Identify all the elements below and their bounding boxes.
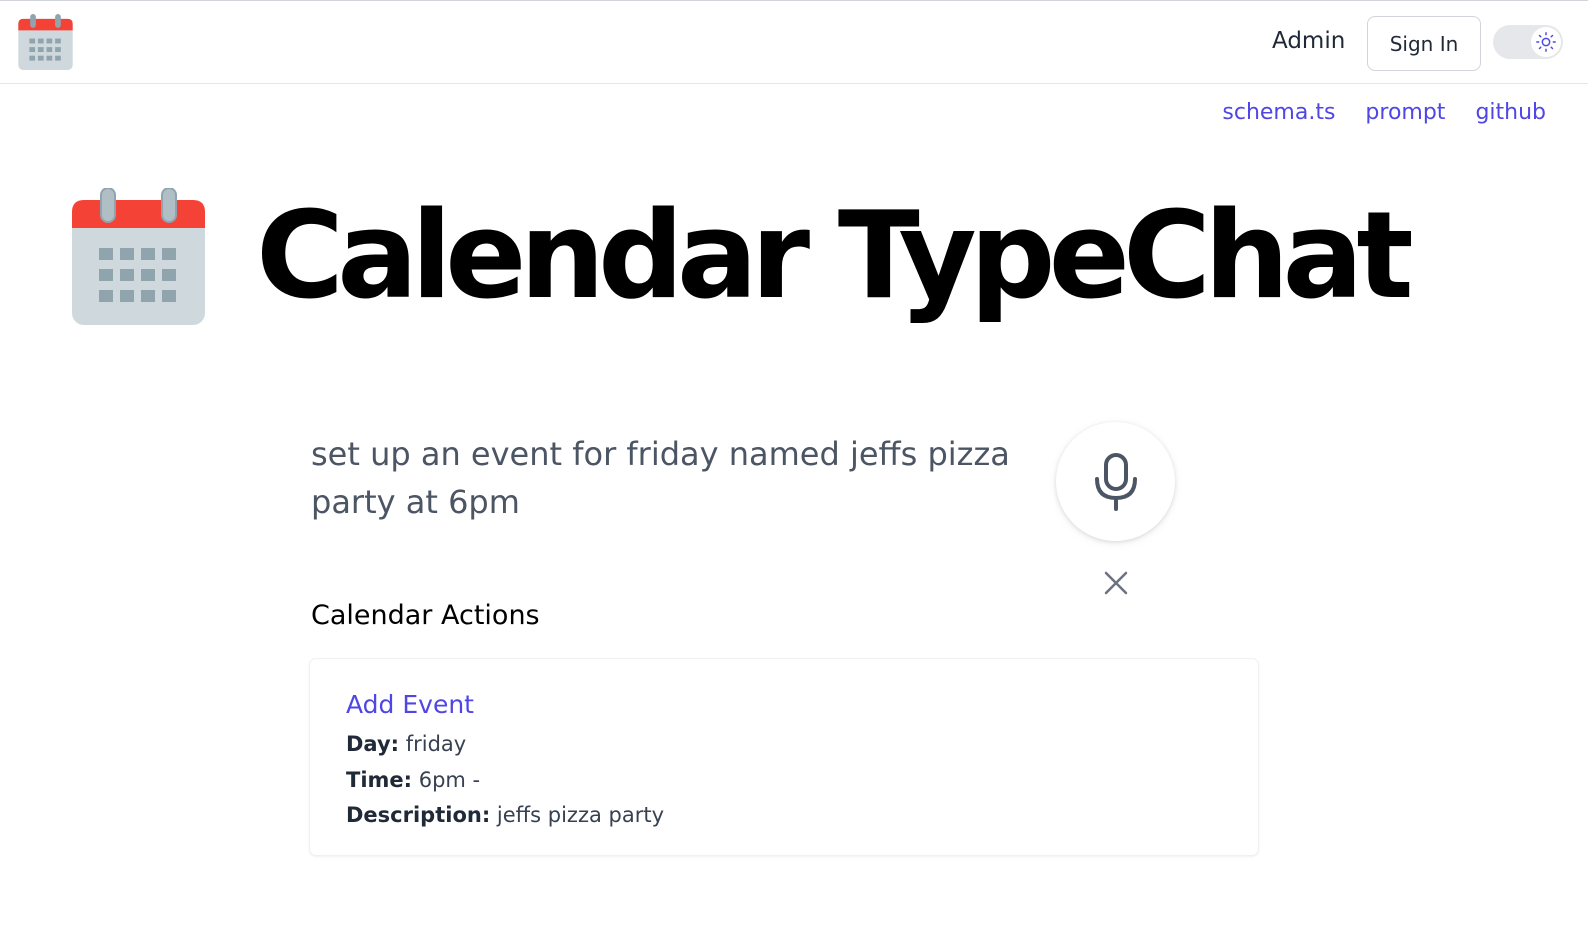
description-field: Description: jeffs pizza party <box>346 800 664 830</box>
section-heading: Calendar Actions <box>311 600 540 631</box>
schema-link[interactable]: schema.ts <box>1222 100 1335 125</box>
calendar-icon <box>72 187 205 325</box>
calendar-icon[interactable] <box>17 14 74 70</box>
microphone-button[interactable] <box>1056 422 1175 541</box>
field-value: 6pm - <box>418 768 481 792</box>
time-field: Time: 6pm - <box>346 765 480 795</box>
sign-in-button[interactable]: Sign In <box>1367 16 1481 71</box>
field-label: Day: <box>346 732 400 756</box>
field-label: Time: <box>346 768 413 792</box>
field-value: jeffs pizza party <box>496 803 665 827</box>
prompt-link[interactable]: prompt <box>1365 100 1445 125</box>
resource-links: schema.ts prompt github <box>1222 100 1546 125</box>
close-icon <box>1104 571 1128 595</box>
theme-toggle-knob <box>1531 27 1561 57</box>
theme-toggle[interactable] <box>1493 25 1563 59</box>
day-field: Day: friday <box>346 729 466 759</box>
action-title[interactable]: Add Event <box>346 685 474 725</box>
field-value: friday <box>405 732 467 756</box>
microphone-icon <box>1094 452 1137 511</box>
action-card: Add Event Day: friday Time: 6pm - Descri… <box>310 659 1258 855</box>
github-link[interactable]: github <box>1475 100 1546 125</box>
prompt-input[interactable]: set up an event for friday named jeffs p… <box>311 430 1011 526</box>
clear-button[interactable] <box>1101 568 1131 598</box>
field-label: Description: <box>346 803 491 827</box>
page-title: Calendar TypeChat <box>256 187 1414 326</box>
sun-icon <box>1536 32 1556 52</box>
top-navbar: Admin Sign In <box>0 0 1588 84</box>
admin-link[interactable]: Admin <box>1272 28 1345 54</box>
